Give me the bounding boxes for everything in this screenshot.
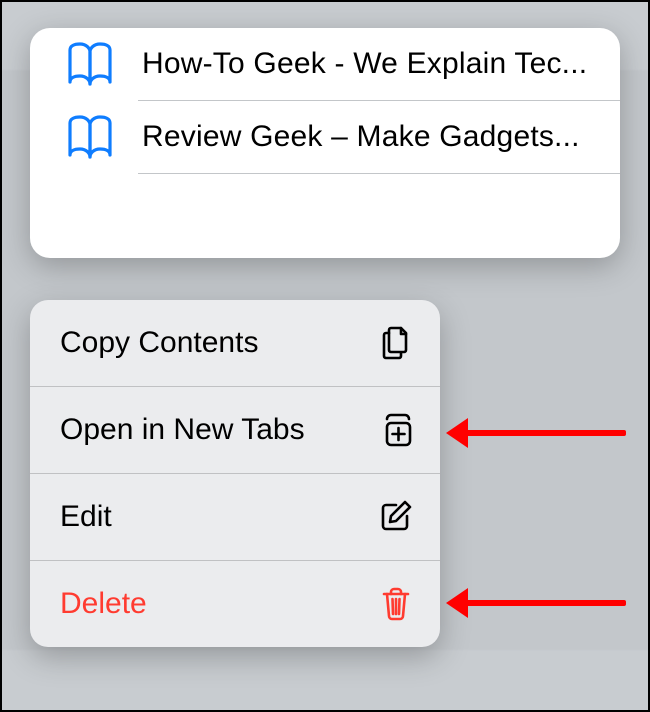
square-and-pencil-icon	[378, 499, 414, 535]
menu-item-copy-contents[interactable]: Copy Contents	[30, 300, 440, 387]
context-menu: Copy Contents Open in New Tabs Edit	[30, 300, 440, 647]
menu-item-label: Open in New Tabs	[60, 413, 305, 447]
trash-icon	[378, 586, 414, 622]
book-icon	[66, 113, 114, 161]
book-icon	[66, 40, 114, 88]
divider	[138, 173, 620, 174]
annotation-arrow	[446, 425, 626, 437]
menu-item-label: Copy Contents	[60, 326, 258, 360]
annotation-arrow	[446, 595, 626, 607]
folder-preview-card: How-To Geek - We Explain Tec... Review G…	[30, 28, 620, 258]
background-blur	[0, 650, 650, 712]
plus-rectangle-on-rectangle-icon	[378, 412, 414, 448]
bookmark-item[interactable]: Review Geek – Make Gadgets...	[30, 101, 620, 173]
menu-item-open-new-tabs[interactable]: Open in New Tabs	[30, 387, 440, 474]
bookmark-label: How-To Geek - We Explain Tec...	[142, 47, 602, 81]
bookmark-item[interactable]: How-To Geek - We Explain Tec...	[30, 28, 620, 100]
menu-item-label: Delete	[60, 587, 147, 621]
context-menu-screen: How-To Geek - We Explain Tec... Review G…	[0, 0, 650, 712]
bookmark-label: Review Geek – Make Gadgets...	[142, 120, 602, 154]
doc-duplicate-icon	[378, 325, 414, 361]
menu-item-label: Edit	[60, 500, 112, 534]
menu-item-delete[interactable]: Delete	[30, 561, 440, 647]
menu-item-edit[interactable]: Edit	[30, 474, 440, 561]
